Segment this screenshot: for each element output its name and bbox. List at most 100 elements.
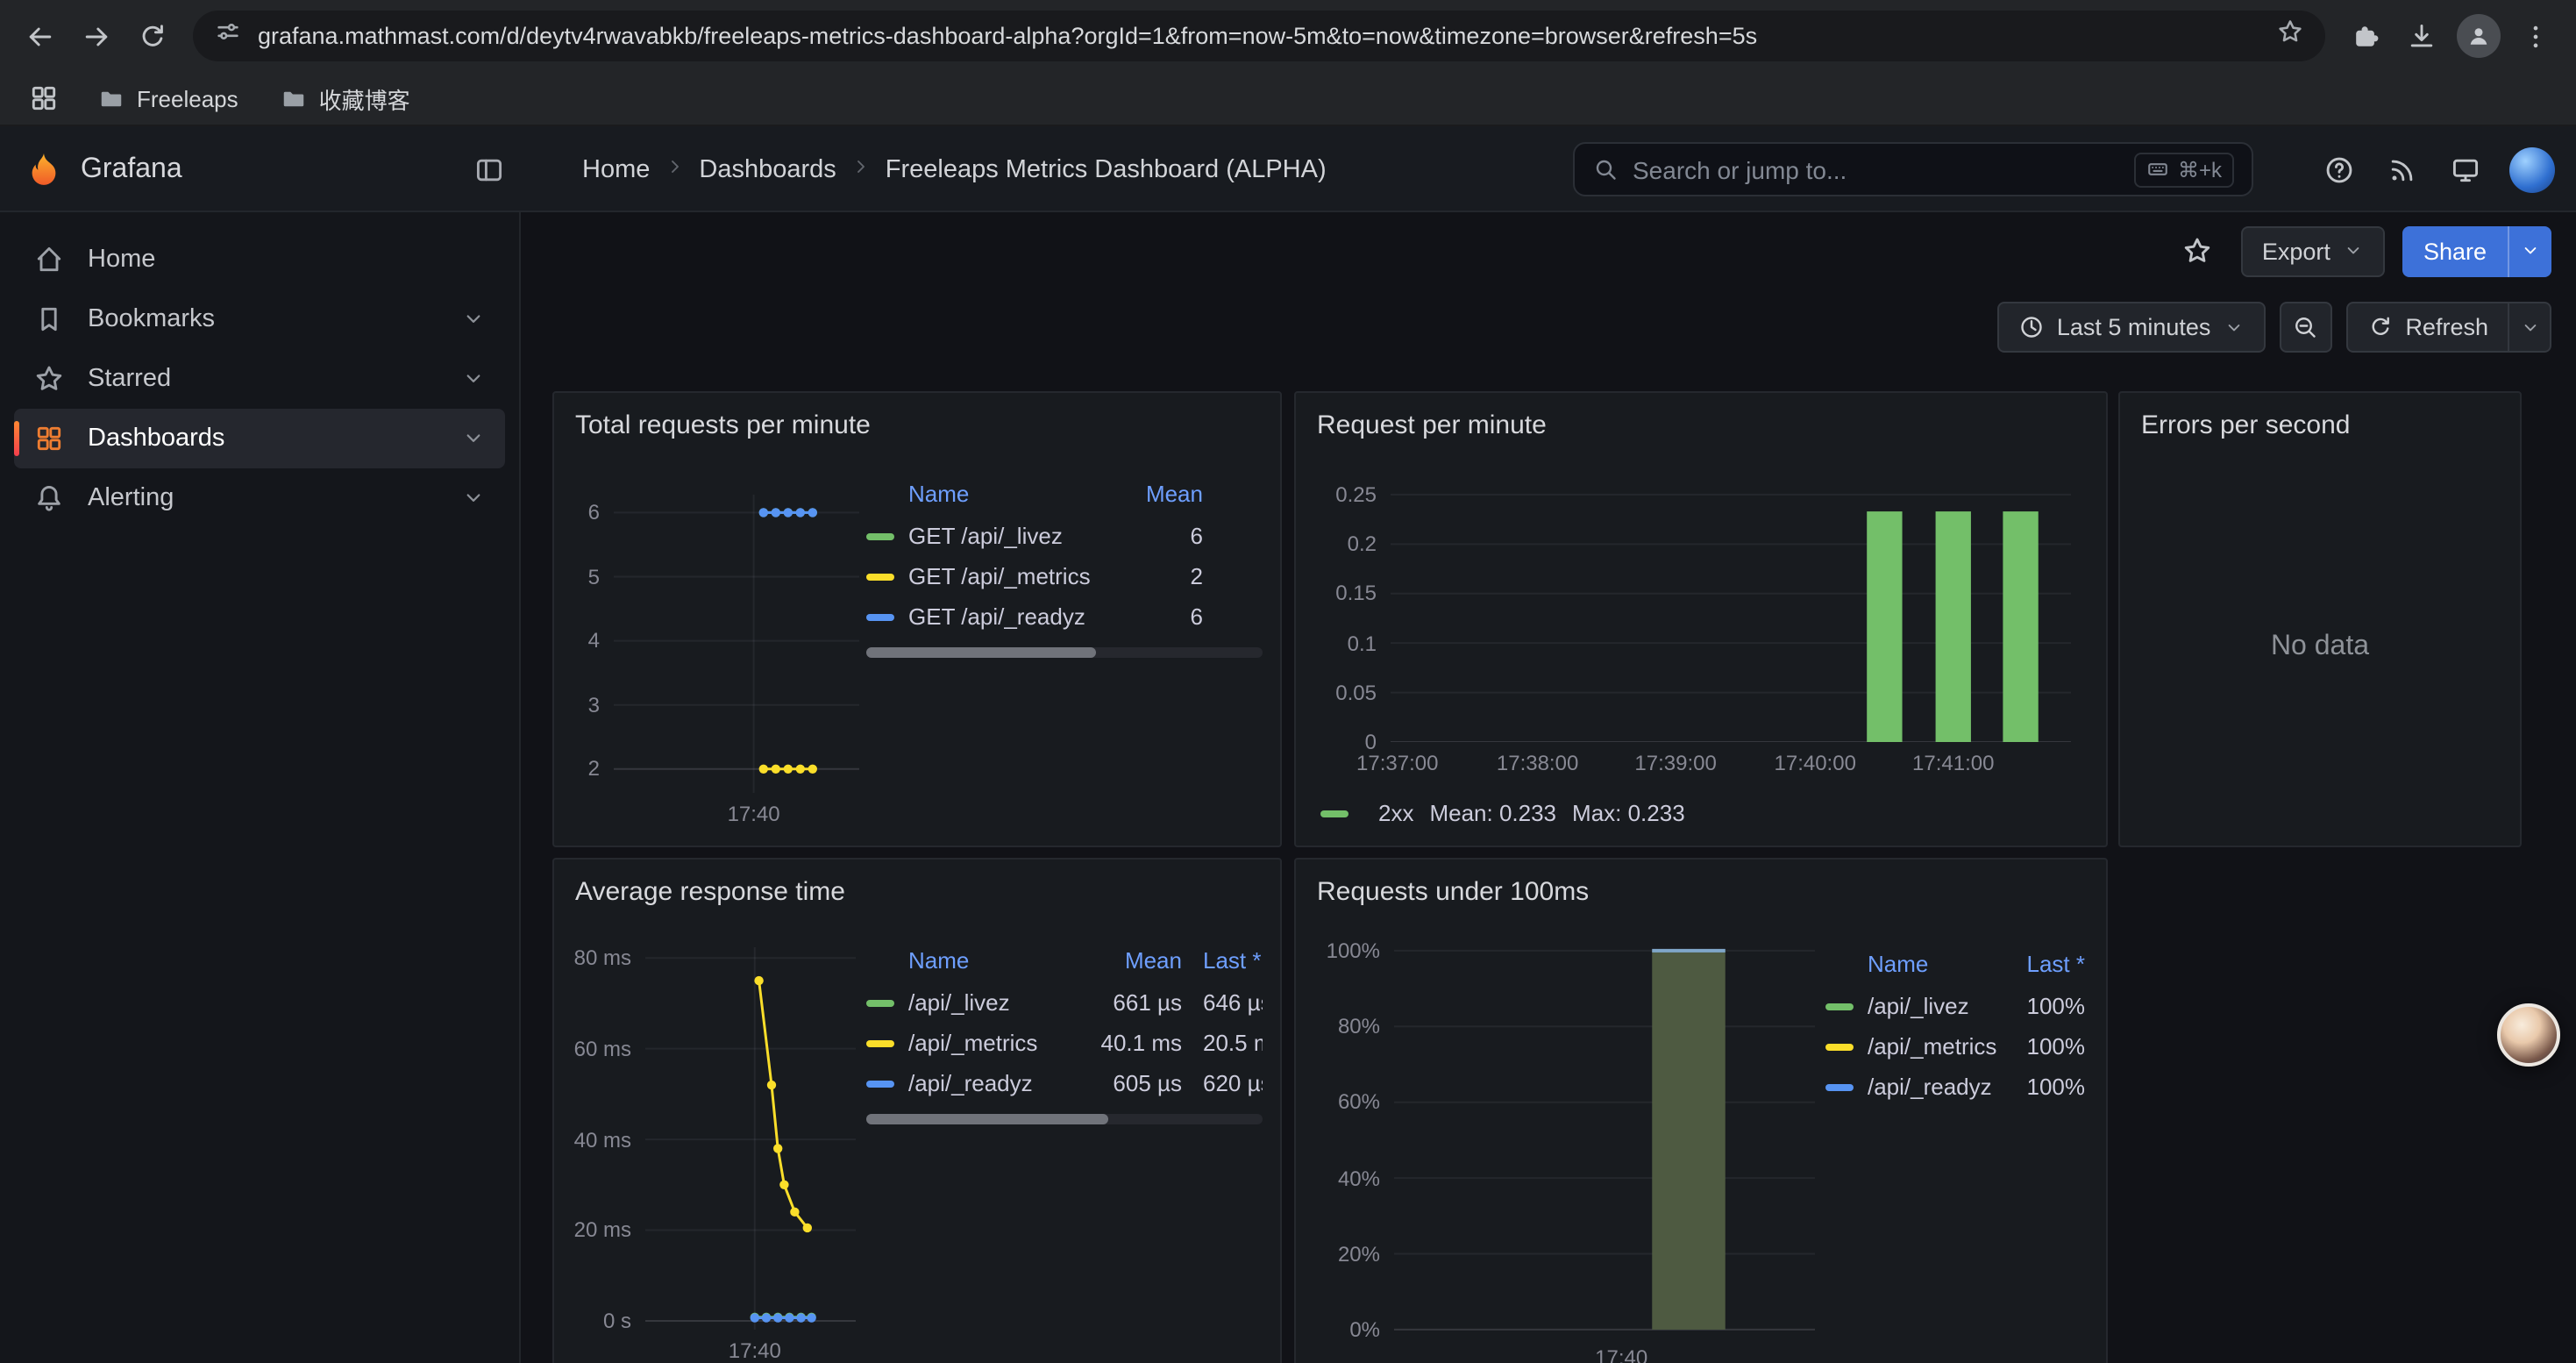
axis-label: 0.05 xyxy=(1313,681,1377,705)
series-label[interactable]: 2xx xyxy=(1378,800,1413,826)
bookmark-folder-blogs[interactable]: 收藏博客 xyxy=(267,76,424,120)
favorite-star-icon[interactable] xyxy=(2171,225,2224,277)
breadcrumb-home[interactable]: Home xyxy=(582,155,650,183)
refresh-interval-caret[interactable] xyxy=(2508,303,2550,351)
axis-label: 17:39:00 xyxy=(1605,751,1746,775)
chart-plot[interactable] xyxy=(614,495,859,793)
grafana-flame-icon xyxy=(25,150,63,189)
bookmark-label: Freeleaps xyxy=(137,85,238,111)
reload-button[interactable] xyxy=(126,10,179,62)
legend-row[interactable]: /api/_livez100% xyxy=(1825,986,2085,1026)
sidebar-item-bookmarks[interactable]: Bookmarks xyxy=(14,289,505,349)
chevron-down-icon[interactable] xyxy=(461,307,486,332)
legend-row[interactable]: GET /api/_metrics2 xyxy=(866,556,1263,596)
chevron-right-icon xyxy=(850,155,872,183)
chevron-down-icon[interactable] xyxy=(461,486,486,510)
news-rss-icon[interactable] xyxy=(2376,143,2429,196)
bookmark-icon xyxy=(33,303,65,335)
display-icon[interactable] xyxy=(2439,143,2492,196)
chart-plot[interactable] xyxy=(1391,486,2071,742)
browser-profile-avatar[interactable] xyxy=(2457,14,2501,58)
scrollbar-thumb[interactable] xyxy=(866,647,1096,658)
legend-scrollbar[interactable] xyxy=(866,1114,1263,1124)
forward-button[interactable] xyxy=(70,10,123,62)
axis-label: 40 ms xyxy=(568,1127,631,1152)
sidebar-item-label: Dashboards xyxy=(88,425,224,453)
assistant-avatar-button[interactable] xyxy=(2497,1003,2560,1067)
bookmark-star-icon[interactable] xyxy=(2276,18,2304,54)
back-button[interactable] xyxy=(14,10,67,62)
home-icon xyxy=(33,244,65,275)
folder-icon xyxy=(98,85,125,111)
bookmarks-bar: Freeleaps 收藏博客 xyxy=(0,72,2576,126)
legend-header: NameLast * xyxy=(1825,940,2085,986)
share-menu-caret[interactable] xyxy=(2508,225,2551,276)
bar-chart: 100%80%60%40%20%0%17:40 xyxy=(1313,933,1825,1363)
axis-label: 0.25 xyxy=(1313,482,1377,507)
header-icons xyxy=(2313,126,2555,212)
chart-plot[interactable] xyxy=(645,947,856,1330)
legend-row[interactable]: /api/_readyz100% xyxy=(1825,1067,2085,1107)
legend-row[interactable]: /api/_readyz605 µs620 µs xyxy=(866,1063,1263,1103)
axis-label: 0 xyxy=(1313,730,1377,754)
time-range-picker[interactable]: Last 5 minutes xyxy=(1997,302,2266,353)
legend-row[interactable]: /api/_metrics100% xyxy=(1825,1026,2085,1067)
breadcrumb-current: Freeleaps Metrics Dashboard (ALPHA) xyxy=(886,155,1327,183)
panel-title[interactable]: Total requests per minute xyxy=(554,393,1280,446)
export-button[interactable]: Export xyxy=(2241,225,2385,276)
sidebar-toggle-icon[interactable] xyxy=(463,144,516,196)
grafana-logo[interactable]: Grafana xyxy=(25,126,182,212)
user-avatar[interactable] xyxy=(2509,146,2555,192)
search-input[interactable]: Search or jump to... ⌘+k xyxy=(1573,142,2253,196)
panel-title[interactable]: Average response time xyxy=(554,860,1280,912)
legend-row[interactable]: /api/_livez661 µs646 µs xyxy=(866,982,1263,1023)
legend-row[interactable]: GET /api/_readyz6 xyxy=(866,596,1263,637)
sidebar-item-starred[interactable]: Starred xyxy=(14,349,505,409)
share-button[interactable]: Share xyxy=(2402,225,2551,276)
help-icon[interactable] xyxy=(2313,143,2366,196)
apps-grid-icon[interactable] xyxy=(18,72,70,125)
sidebar-item-dashboards[interactable]: Dashboards xyxy=(14,409,505,468)
legend-row[interactable]: /api/_metrics40.1 ms20.5 ms xyxy=(866,1023,1263,1063)
sidebar-item-home[interactable]: Home xyxy=(14,230,505,289)
axis-label: 0.2 xyxy=(1313,532,1377,556)
search-icon xyxy=(1592,156,1619,182)
axis-label: 17:40 xyxy=(684,802,824,826)
scrollbar-thumb[interactable] xyxy=(866,1114,1108,1124)
dashboards-grid-icon xyxy=(33,423,65,454)
address-bar[interactable]: grafana.mathmast.com/d/deytv4rwavabkb/fr… xyxy=(193,11,2325,61)
chevron-down-icon[interactable] xyxy=(461,367,486,391)
zoom-out-button[interactable] xyxy=(2279,302,2331,353)
axis-label: 80 ms xyxy=(568,946,631,970)
time-controls: Last 5 minutes Refresh xyxy=(1997,302,2551,353)
axis-label: 40% xyxy=(1313,1166,1380,1190)
bookmark-folder-freeleaps[interactable]: Freeleaps xyxy=(84,80,253,117)
legend-table: NameMeanGET /api/_livez6GET /api/_metric… xyxy=(866,470,1263,637)
refresh-button[interactable]: Refresh xyxy=(2345,302,2551,353)
no-data-message: No data xyxy=(2120,632,2520,663)
panel-average-response-time: Average response time 80 ms60 ms40 ms20 … xyxy=(552,858,1282,1363)
brand-name: Grafana xyxy=(81,153,182,185)
extensions-icon[interactable] xyxy=(2339,10,2392,62)
search-shortcut: ⌘+k xyxy=(2134,152,2234,187)
series-color-dash xyxy=(1320,810,1348,817)
legend-row[interactable]: GET /api/_livez6 xyxy=(866,516,1263,556)
legend-scrollbar[interactable] xyxy=(866,647,1263,658)
browser-menu-icon[interactable] xyxy=(2509,10,2562,62)
site-settings-icon[interactable] xyxy=(214,18,242,54)
axis-label: 17:40:00 xyxy=(1745,751,1885,775)
axis-label: 2 xyxy=(568,757,600,781)
series-mean: Mean: 0.233 xyxy=(1429,800,1556,826)
panel-title[interactable]: Errors per second xyxy=(2120,393,2520,446)
chevron-down-icon[interactable] xyxy=(461,426,486,451)
panel-errors-per-second: Errors per second No data xyxy=(2118,391,2522,847)
chart-plot[interactable] xyxy=(1394,942,1815,1337)
panel-title[interactable]: Requests under 100ms xyxy=(1296,860,2106,912)
axis-label: 6 xyxy=(568,500,600,525)
axis-label: 20% xyxy=(1313,1242,1380,1267)
bookmark-label: 收藏博客 xyxy=(319,82,410,115)
downloads-icon[interactable] xyxy=(2395,10,2448,62)
sidebar-item-alerting[interactable]: Alerting xyxy=(14,468,505,528)
breadcrumb-dashboards[interactable]: Dashboards xyxy=(699,155,836,183)
panel-title[interactable]: Request per minute xyxy=(1296,393,2106,446)
